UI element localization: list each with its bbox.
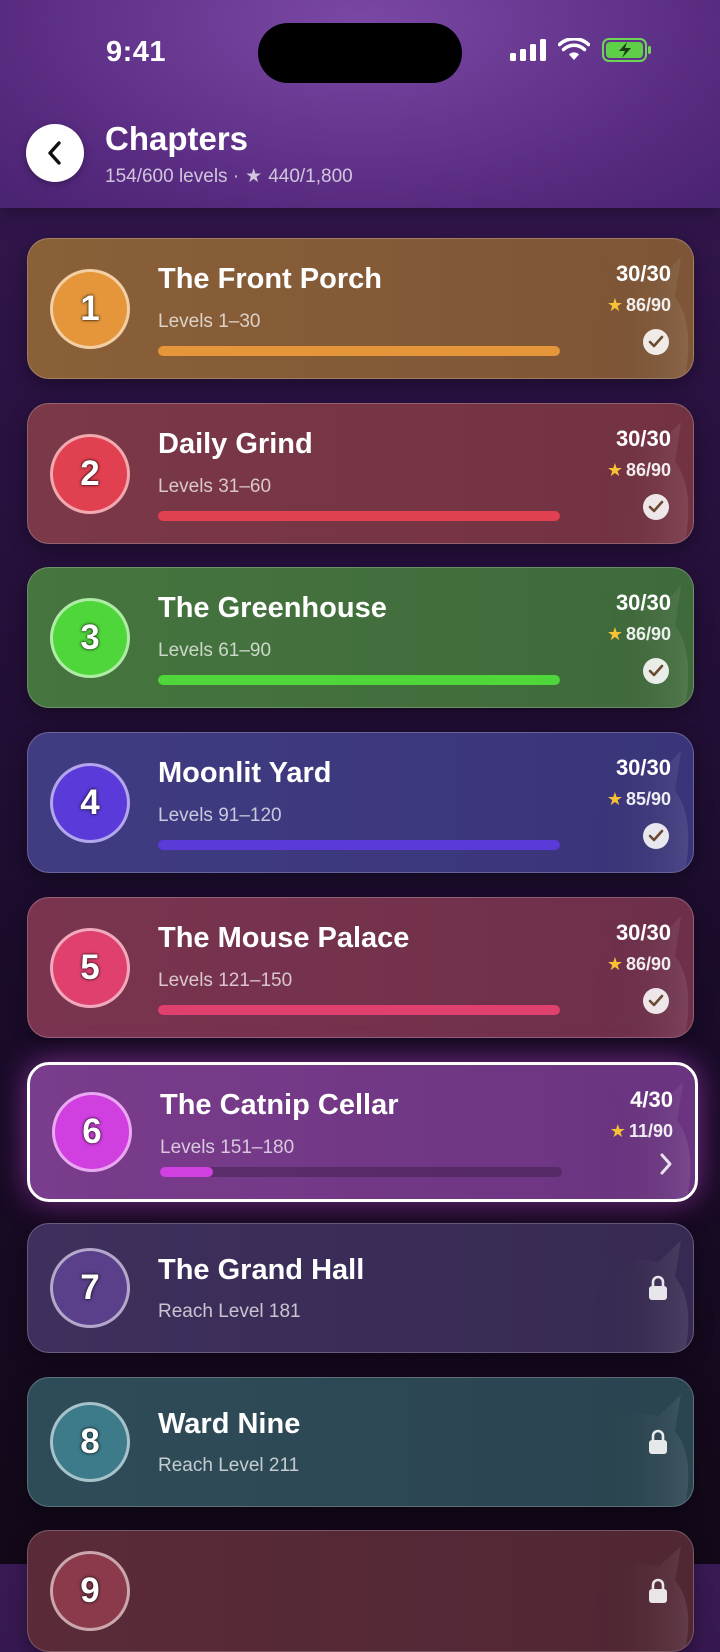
cat-illustration-icon bbox=[590, 1546, 689, 1651]
star-icon: ★ bbox=[606, 789, 623, 809]
status-icons bbox=[510, 38, 652, 62]
dynamic-island bbox=[258, 23, 462, 83]
chapter-levels: Reach Level 211 bbox=[158, 1455, 300, 1476]
chapter-levels: Levels 31–60 bbox=[158, 476, 272, 497]
chapter-number-badge: 5 bbox=[50, 928, 130, 1008]
star-icon: ★ bbox=[609, 1121, 626, 1141]
lock-icon bbox=[649, 1429, 667, 1454]
chapter-levels: Levels 121–150 bbox=[158, 970, 293, 991]
chapter-level-count: 4/30 bbox=[630, 1087, 673, 1112]
chapter-stars-value: 86/90 bbox=[625, 460, 671, 480]
chapter-stars: ★ 86/90 bbox=[607, 460, 671, 481]
checkmark-icon bbox=[643, 494, 669, 520]
chapter-level-count: 30/30 bbox=[615, 426, 671, 451]
chapter-card-8[interactable]: 8 Ward Nine Reach Level 211 bbox=[27, 1377, 694, 1507]
chapter-stars-value: 11/90 bbox=[628, 1121, 673, 1141]
chapter-progress-fill bbox=[158, 346, 560, 356]
chapter-levels: Levels 91–120 bbox=[158, 805, 282, 826]
chapter-stars: ★ 11/90 bbox=[610, 1121, 673, 1142]
chapter-number-badge: 4 bbox=[50, 763, 130, 843]
chapter-level-count: 30/30 bbox=[615, 261, 671, 286]
chapter-card-2[interactable]: 2 Daily Grind Levels 31–60 30/30 ★ 86/90 bbox=[27, 403, 694, 544]
chapter-title: Moonlit Yard bbox=[158, 757, 332, 789]
chapter-stars-value: 85/90 bbox=[625, 789, 671, 809]
star-icon: ★ bbox=[606, 295, 623, 315]
page-title: Chapters bbox=[105, 120, 249, 157]
chapter-stars: ★ 86/90 bbox=[607, 295, 671, 316]
chapter-card-9[interactable]: 9 bbox=[27, 1530, 694, 1652]
checkmark-icon bbox=[643, 658, 669, 684]
chapter-progress-fill bbox=[158, 1005, 560, 1015]
chapter-stars: ★ 85/90 bbox=[607, 789, 671, 810]
lock-icon bbox=[649, 1275, 667, 1300]
chapter-number-badge: 6 bbox=[52, 1092, 132, 1172]
chapter-card-1[interactable]: 1 The Front Porch Levels 1–30 30/30 ★ 86/90 bbox=[27, 238, 694, 379]
chapter-progress-bar bbox=[160, 1167, 562, 1177]
chapter-stars-value: 86/90 bbox=[625, 954, 671, 974]
star-icon: ★ bbox=[606, 954, 623, 974]
chapter-progress-bar bbox=[158, 840, 560, 850]
chapter-progress-fill bbox=[160, 1167, 214, 1177]
chapter-levels: Reach Level 181 bbox=[158, 1301, 301, 1322]
chapter-levels: Levels 61–90 bbox=[158, 640, 272, 661]
chapter-title: The Grand Hall bbox=[158, 1254, 365, 1286]
chapter-card-6[interactable]: 6 The Catnip Cellar Levels 151–180 4/30 ★ 11/… bbox=[27, 1062, 698, 1202]
chapter-title: The Mouse Palace bbox=[158, 922, 410, 954]
checkmark-icon bbox=[643, 329, 669, 355]
chapter-stars: ★ 86/90 bbox=[607, 954, 671, 975]
chapter-number-badge: 7 bbox=[50, 1248, 130, 1328]
chapter-number-badge: 2 bbox=[50, 434, 130, 514]
levels-progress: 154/600 levels · bbox=[105, 165, 240, 187]
star-icon: ★ bbox=[606, 460, 623, 480]
chapter-level-count: 30/30 bbox=[615, 920, 671, 945]
back-button[interactable] bbox=[26, 124, 84, 182]
chapter-progress-fill bbox=[158, 840, 560, 850]
wifi-icon bbox=[558, 38, 590, 60]
chapter-progress-bar bbox=[158, 346, 560, 356]
chapter-title: The Greenhouse bbox=[158, 592, 387, 624]
chevron-left-icon bbox=[48, 141, 61, 165]
chapter-number-badge: 8 bbox=[50, 1402, 130, 1482]
battery-charging-icon bbox=[602, 38, 651, 62]
chapter-number-badge: 1 bbox=[50, 269, 130, 349]
stars-progress: 440/1,800 bbox=[268, 165, 353, 187]
star-icon: ★ bbox=[606, 624, 623, 644]
cat-illustration-icon bbox=[590, 1240, 689, 1352]
status-time: 9:41 bbox=[106, 36, 167, 68]
chapter-level-count: 30/30 bbox=[615, 590, 671, 615]
chapter-title: The Front Porch bbox=[158, 263, 382, 295]
chapter-number-badge: 9 bbox=[50, 1551, 130, 1631]
chapter-title: Ward Nine bbox=[158, 1408, 301, 1440]
chapter-card-4[interactable]: 4 Moonlit Yard Levels 91–120 30/30 ★ 85/90 bbox=[27, 732, 694, 873]
chapter-card-5[interactable]: 5 The Mouse Palace Levels 121–150 30/30 ★ 86/… bbox=[27, 897, 694, 1038]
chevron-right-icon bbox=[660, 1153, 672, 1175]
checkmark-icon bbox=[643, 988, 669, 1014]
checkmark-icon bbox=[643, 823, 669, 849]
chapter-progress-bar bbox=[158, 675, 560, 685]
star-icon: ★ bbox=[245, 166, 263, 187]
cat-illustration-icon bbox=[590, 1394, 689, 1506]
chapter-card-3[interactable]: 3 The Greenhouse Levels 61–90 30/30 ★ 86/90 bbox=[27, 567, 694, 708]
chapter-card-7[interactable]: 7 The Grand Hall Reach Level 181 bbox=[27, 1223, 694, 1353]
chapter-stars-value: 86/90 bbox=[625, 624, 671, 644]
header-bar: 9:41 Chapters 154/600 levels · ★ 440/1,8… bbox=[0, 0, 720, 208]
chapter-level-count: 30/30 bbox=[615, 755, 671, 780]
chapter-levels: Levels 1–30 bbox=[158, 311, 261, 332]
chapter-progress-bar bbox=[158, 511, 560, 521]
chapter-progress-fill bbox=[158, 675, 560, 685]
chapter-levels: Levels 151–180 bbox=[160, 1137, 295, 1158]
chapter-progress-bar bbox=[158, 1005, 560, 1015]
chapter-progress-fill bbox=[158, 511, 560, 521]
chapter-stars: ★ 86/90 bbox=[607, 624, 671, 645]
chapter-number-badge: 3 bbox=[50, 598, 130, 678]
chapter-title: The Catnip Cellar bbox=[160, 1089, 399, 1121]
chapter-title: Daily Grind bbox=[158, 428, 313, 460]
page-subtitle: 154/600 levels · ★ 440/1,800 bbox=[105, 165, 353, 188]
cellular-signal-icon bbox=[510, 39, 546, 61]
chapter-stars-value: 86/90 bbox=[625, 295, 671, 315]
lock-icon bbox=[649, 1578, 667, 1603]
